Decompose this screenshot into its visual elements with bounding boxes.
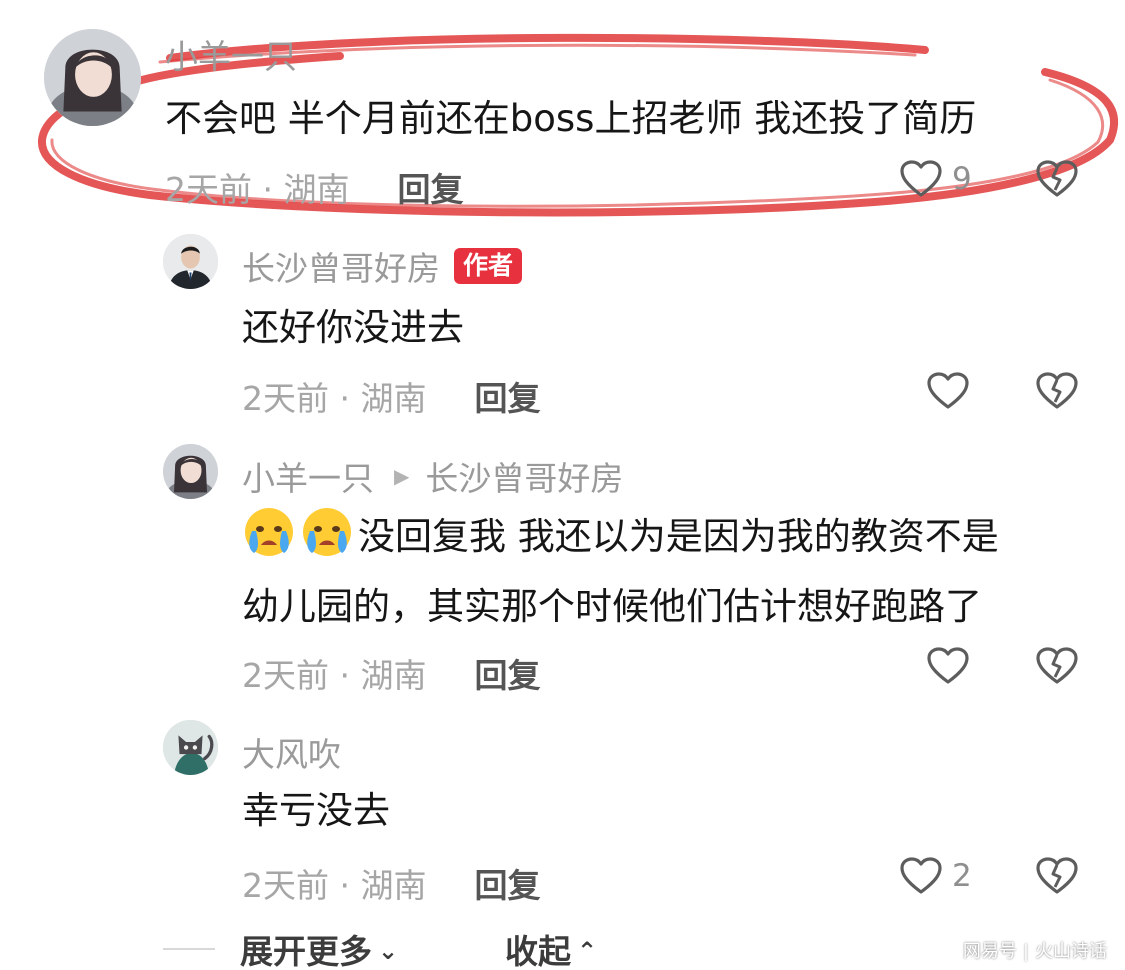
comment-author-name[interactable]: 小羊一只 [165,30,297,78]
crying-emoji-icon [245,508,293,556]
like-button[interactable] [927,372,969,410]
comment-item: 小羊一只 不会吧 半个月前还在boss上招老师 我还投了简历 2天前 · 湖南 … [0,0,1125,220]
broken-heart-icon [1036,857,1078,894]
watermark-right: 火山诗话 [1035,941,1107,962]
like-button[interactable]: 2 [900,857,972,895]
chevron-down-icon: ⌄ [378,937,399,965]
reply-item: 小羊一只 ▶ 长沙曾哥好房 没回复我 我还以为是因为我的教资不是 幼儿园的，其实… [0,430,1125,710]
crying-emoji-icon [303,508,351,556]
avatar[interactable] [163,234,218,289]
broken-heart-icon [1036,160,1078,197]
reply-to-name[interactable]: 长沙曾哥好房 [425,452,623,500]
comment-thread: 小羊一只 不会吧 半个月前还在boss上招老师 我还投了简历 2天前 · 湖南 … [0,0,1125,970]
like-count: 2 [952,858,972,894]
reply-item: 长沙曾哥好房 作者 还好你没进去 2天前 · 湖南 回复 [0,220,1125,430]
dislike-button[interactable] [1036,372,1078,410]
comment-time-location: 2天前 · 湖南 [242,379,427,418]
like-button[interactable]: 9 [900,160,972,198]
heart-icon [900,857,942,894]
heart-icon [927,372,969,409]
heart-icon [900,160,942,197]
comment-time-location: 2天前 · 湖南 [242,656,427,695]
broken-heart-icon [1036,647,1078,684]
comment-text-line: 幼儿园的，其实那个时候他们估计想好跑路了 [242,585,982,628]
collapse-label: 收起 [505,932,571,970]
comment-author-name[interactable]: 大风吹 [242,728,341,776]
reply-item: 大风吹 幸亏没去 2天前 · 湖南 回复 2 [0,710,1125,910]
reply-arrow-icon: ▶ [394,464,410,488]
comment-text-line: 没回复我 我还以为是因为我的教资不是 [358,515,999,558]
avatar[interactable] [163,720,218,775]
like-count: 9 [952,161,972,197]
comment-author-name[interactable]: 小羊一只 [242,452,374,500]
comment-text: 幸亏没去 [242,789,390,832]
reply-button[interactable]: 回复 [474,649,540,697]
avatar[interactable] [163,444,218,499]
dislike-button[interactable] [1036,857,1078,895]
heart-icon [927,647,969,684]
broken-heart-icon [1036,372,1078,409]
comment-time-location: 2天前 · 湖南 [165,170,350,209]
chevron-up-icon: ⌃ [577,937,598,965]
reply-button[interactable]: 回复 [474,859,540,907]
reply-button[interactable]: 回复 [397,163,463,211]
collapse-button[interactable]: 收起 ⌃ [505,925,597,970]
watermark: 网易号 | 火山诗话 [962,941,1107,962]
author-badge: 作者 [454,248,523,284]
expand-more-label: 展开更多 [240,932,372,970]
avatar[interactable] [44,29,141,126]
dislike-button[interactable] [1036,647,1078,685]
comment-time-location: 2天前 · 湖南 [242,866,427,905]
dislike-button[interactable] [1036,160,1078,198]
comment-text: 还好你没进去 [242,306,464,349]
comment-text: 不会吧 半个月前还在boss上招老师 我还投了简历 [165,97,977,140]
expand-more-button[interactable]: 展开更多 ⌄ [240,925,398,970]
comment-author-name[interactable]: 长沙曾哥好房 [242,242,440,290]
divider [163,948,215,950]
reply-button[interactable]: 回复 [474,372,540,420]
like-button[interactable] [927,647,969,685]
watermark-left: 网易号 [962,941,1017,962]
comment-text: 没回复我 我还以为是因为我的教资不是 幼儿园的，其实那个时候他们估计想好跑路了 [242,502,999,642]
